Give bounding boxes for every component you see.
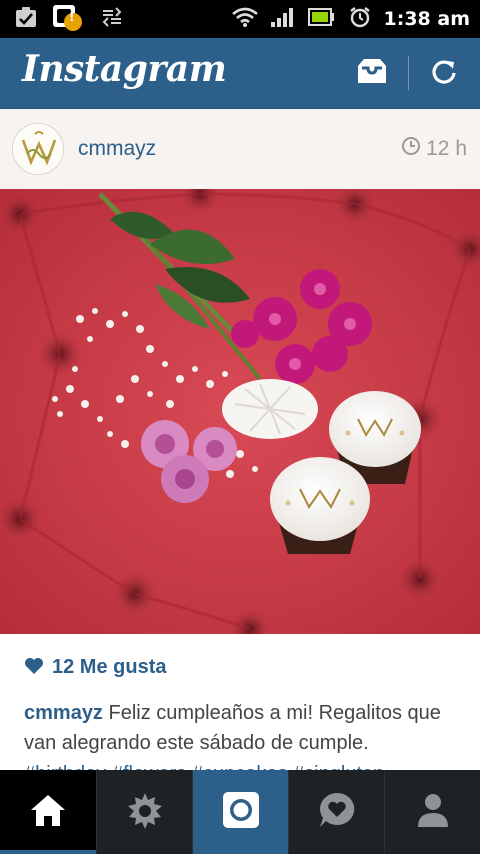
status-bar: ! 1:38 am (0, 0, 480, 38)
refresh-button[interactable] (424, 56, 464, 92)
activity-icon (317, 791, 357, 833)
likes-row[interactable]: 12 Me gusta (24, 656, 166, 679)
inbox-button[interactable] (352, 56, 392, 92)
post-photo[interactable] (0, 189, 480, 634)
explore-icon (124, 789, 166, 835)
tab-profile[interactable] (384, 770, 480, 854)
caption: cmmayz Feliz cumpleaños a mi! Regalitos … (24, 698, 464, 758)
status-time: 1:38 am (383, 8, 471, 30)
tab-explore[interactable] (96, 770, 192, 854)
post-time-label: 12 h (426, 137, 467, 160)
wifi-icon (231, 6, 258, 32)
home-icon (28, 792, 68, 832)
caption-username[interactable]: cmmayz (24, 702, 103, 724)
post-username[interactable]: cmmayz (78, 137, 156, 161)
signal-icon (270, 6, 296, 32)
inbox-icon (354, 56, 390, 92)
notification-badge: ! (69, 10, 75, 24)
battery-icon (307, 7, 336, 31)
screen: ! 1:38 am Instagram cmmayz 12 h 12 Me gu… (0, 0, 480, 854)
tab-home[interactable] (0, 770, 96, 854)
heart-icon (24, 657, 44, 679)
photo-image (0, 189, 480, 634)
alarm-icon (348, 5, 372, 33)
camera-icon (221, 790, 261, 834)
avatar[interactable] (12, 123, 64, 175)
likes-count: 12 Me gusta (52, 656, 167, 678)
data-transfer-icon (100, 5, 124, 33)
tab-camera[interactable] (192, 770, 288, 854)
checklist-icon (14, 5, 38, 33)
notification-icon: ! (52, 2, 86, 36)
caption-hashtags[interactable]: #birthday #flowers #cupcakes #singluten (24, 759, 474, 770)
refresh-icon (429, 57, 459, 91)
profile-icon (415, 791, 451, 833)
post-header: cmmayz 12 h (0, 109, 480, 189)
app-bar: Instagram (0, 38, 480, 109)
clock-icon (401, 136, 421, 162)
app-bar-divider (408, 56, 409, 90)
tab-activity[interactable] (288, 770, 384, 854)
post-time: 12 h (401, 136, 467, 162)
bottom-nav (0, 770, 480, 854)
app-title: Instagram (22, 48, 227, 90)
